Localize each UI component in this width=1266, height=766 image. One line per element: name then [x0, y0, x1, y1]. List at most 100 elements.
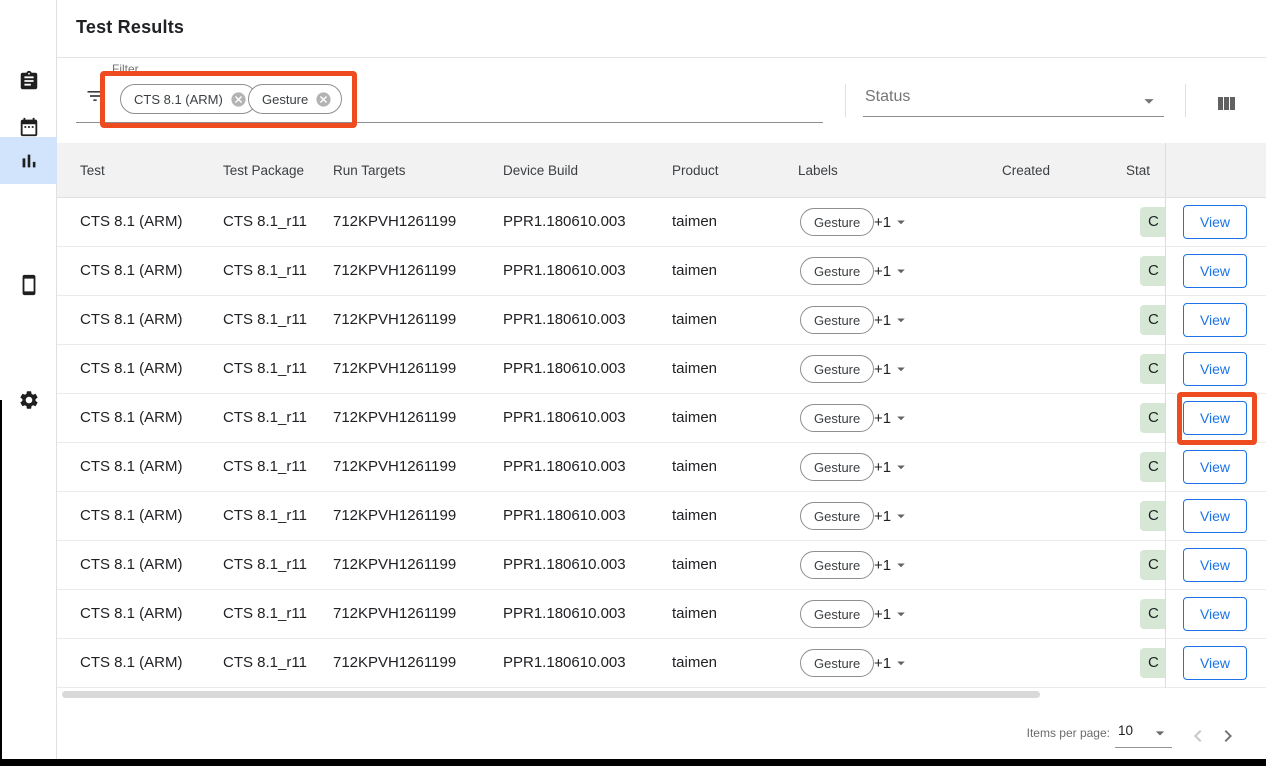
status-select[interactable]: Status	[863, 84, 1164, 117]
column-settings-button[interactable]	[1214, 92, 1238, 116]
filter-input-underline[interactable]	[76, 122, 823, 123]
sidebar-item-devices[interactable]	[0, 262, 57, 308]
cancel-icon[interactable]	[315, 91, 332, 108]
filter-chip-gesture[interactable]: Gesture	[248, 84, 342, 114]
status-badge-clip: C	[1140, 501, 1165, 531]
view-button[interactable]: View	[1183, 303, 1247, 337]
table-row: CTS 8.1 (ARM) CTS 8.1_r11 712KPVH1261199…	[57, 345, 1266, 394]
status-badge-clip: C	[1140, 256, 1165, 286]
more-labels-dropdown[interactable]: +1	[874, 345, 910, 393]
cell-run-targets: 712KPVH1261199	[333, 639, 456, 687]
filter-list-icon[interactable]	[85, 86, 105, 106]
status-badge: C	[1140, 403, 1165, 433]
cell-test-package: CTS 8.1_r11	[223, 443, 307, 491]
cell-product: taimen	[672, 296, 717, 344]
label-chip: Gesture	[800, 355, 874, 383]
column-header-device-build: Device Build	[503, 143, 578, 198]
more-labels-dropdown[interactable]: +1	[874, 590, 910, 638]
filter-chip-label: Gesture	[262, 92, 308, 107]
horizontal-scrollbar[interactable]	[62, 691, 1040, 698]
column-header-test: Test	[80, 143, 105, 198]
dropdown-caret-icon	[892, 458, 910, 476]
cell-device-build: PPR1.180610.003	[503, 394, 626, 442]
cell-test: CTS 8.1 (ARM)	[80, 296, 183, 344]
view-button[interactable]: View	[1183, 548, 1247, 582]
status-badge: C	[1140, 354, 1165, 384]
more-labels-dropdown[interactable]: +1	[874, 198, 910, 246]
column-header-labels: Labels	[798, 143, 838, 198]
cell-test-package: CTS 8.1_r11	[223, 247, 307, 295]
dropdown-caret-icon	[892, 409, 910, 427]
more-labels-count: +1	[874, 263, 891, 280]
cell-test: CTS 8.1 (ARM)	[80, 541, 183, 589]
label-chip: Gesture	[800, 649, 874, 677]
table-row: CTS 8.1 (ARM) CTS 8.1_r11 712KPVH1261199…	[57, 394, 1266, 443]
more-labels-dropdown[interactable]: +1	[874, 639, 910, 687]
label-chip-text: Gesture	[814, 313, 860, 328]
dropdown-caret-icon	[892, 262, 910, 280]
cell-test: CTS 8.1 (ARM)	[80, 345, 183, 393]
cell-run-targets: 712KPVH1261199	[333, 443, 456, 491]
view-button[interactable]: View	[1183, 597, 1247, 631]
calendar-icon	[18, 116, 40, 138]
more-labels-dropdown[interactable]: +1	[874, 443, 910, 491]
cell-test: CTS 8.1 (ARM)	[80, 394, 183, 442]
more-labels-count: +1	[874, 361, 891, 378]
column-header-status: Stat	[1126, 143, 1150, 198]
cell-test-package: CTS 8.1_r11	[223, 590, 307, 638]
view-button[interactable]: View	[1183, 646, 1247, 680]
label-chip: Gesture	[800, 257, 874, 285]
more-labels-dropdown[interactable]: +1	[874, 296, 910, 344]
cell-test-package: CTS 8.1_r11	[223, 198, 307, 246]
status-badge-clip: C	[1140, 599, 1165, 629]
status-badge: C	[1140, 207, 1165, 237]
more-labels-dropdown[interactable]: +1	[874, 247, 910, 295]
view-button[interactable]: View	[1183, 450, 1247, 484]
table-row: CTS 8.1 (ARM) CTS 8.1_r11 712KPVH1261199…	[57, 247, 1266, 296]
view-button[interactable]: View	[1183, 401, 1247, 435]
cancel-icon[interactable]	[230, 91, 247, 108]
status-badge: C	[1140, 550, 1165, 580]
column-header-run-targets: Run Targets	[333, 143, 406, 198]
assignment-icon	[18, 70, 40, 92]
dropdown-caret-icon	[892, 311, 910, 329]
more-labels-dropdown[interactable]: +1	[874, 394, 910, 442]
cell-test-package: CTS 8.1_r11	[223, 492, 307, 540]
cell-product: taimen	[672, 541, 717, 589]
previous-page-button[interactable]	[1186, 724, 1210, 748]
cell-run-targets: 712KPVH1261199	[333, 541, 456, 589]
sidebar-item-test-plans[interactable]	[0, 58, 57, 104]
cell-product: taimen	[672, 492, 717, 540]
cell-test: CTS 8.1 (ARM)	[80, 247, 183, 295]
more-labels-dropdown[interactable]: +1	[874, 492, 910, 540]
sidebar-item-settings[interactable]	[0, 377, 57, 423]
cell-run-targets: 712KPVH1261199	[333, 345, 456, 393]
table-body: CTS 8.1 (ARM) CTS 8.1_r11 712KPVH1261199…	[57, 198, 1266, 688]
next-page-button[interactable]	[1216, 724, 1240, 748]
dropdown-caret-icon	[892, 654, 910, 672]
items-per-page-select[interactable]: 10	[1115, 720, 1172, 748]
filter-chip-cts[interactable]: CTS 8.1 (ARM)	[120, 84, 257, 114]
status-badge-clip: C	[1140, 452, 1165, 482]
status-badge: C	[1140, 501, 1165, 531]
sticky-column-divider	[1165, 143, 1166, 688]
more-labels-dropdown[interactable]: +1	[874, 541, 910, 589]
status-badge: C	[1140, 256, 1165, 286]
page-title: Test Results	[76, 17, 184, 38]
cell-device-build: PPR1.180610.003	[503, 590, 626, 638]
sidebar-item-test-results[interactable]	[0, 137, 57, 184]
status-badge: C	[1140, 599, 1165, 629]
label-chip-text: Gesture	[814, 460, 860, 475]
filter-field-label: Filter	[112, 62, 139, 76]
more-labels-count: +1	[874, 410, 891, 427]
label-chip: Gesture	[800, 306, 874, 334]
table-row: CTS 8.1 (ARM) CTS 8.1_r11 712KPVH1261199…	[57, 296, 1266, 345]
view-button[interactable]: View	[1183, 499, 1247, 533]
cell-test: CTS 8.1 (ARM)	[80, 198, 183, 246]
view-button[interactable]: View	[1183, 254, 1247, 288]
view-button[interactable]: View	[1183, 352, 1247, 386]
table-row: CTS 8.1 (ARM) CTS 8.1_r11 712KPVH1261199…	[57, 590, 1266, 639]
view-button[interactable]: View	[1183, 205, 1247, 239]
cell-device-build: PPR1.180610.003	[503, 639, 626, 687]
cell-device-build: PPR1.180610.003	[503, 345, 626, 393]
